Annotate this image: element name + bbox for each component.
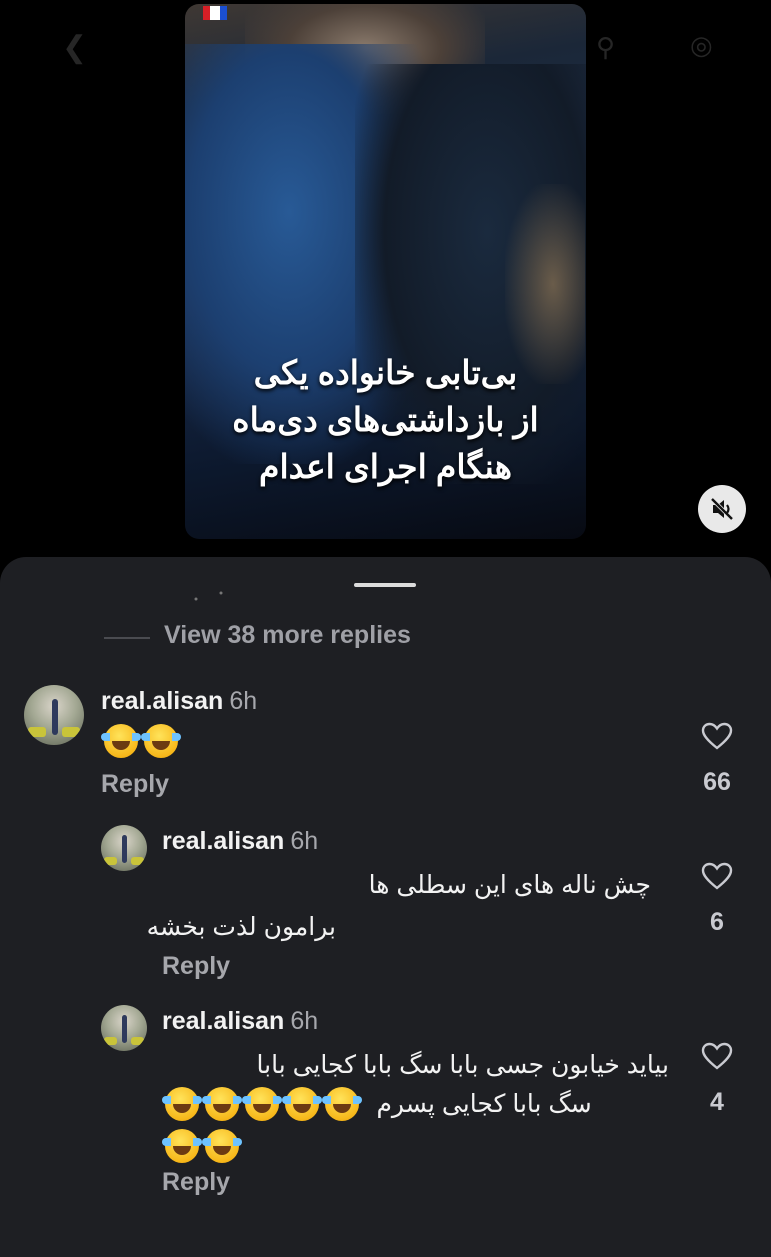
laughing-emoji-icon bbox=[322, 1087, 362, 1121]
caption-line: هنگام اجرای اعدام bbox=[259, 448, 512, 485]
comment-author[interactable]: real.alisan 6h bbox=[101, 687, 257, 716]
like-count: 6 bbox=[710, 908, 724, 936]
comment-text: بیاید خیابون جسی بابا سگ بابا کجایی بابا bbox=[257, 1046, 670, 1084]
comment-emojis bbox=[162, 1129, 242, 1163]
speaker-muted-icon bbox=[710, 497, 734, 521]
laughing-emoji-icon bbox=[202, 1129, 242, 1163]
mute-button[interactable] bbox=[698, 485, 746, 533]
laughing-emoji-icon bbox=[162, 1129, 202, 1163]
avatar[interactable] bbox=[101, 825, 147, 871]
username[interactable]: real.alisan bbox=[162, 1007, 284, 1035]
comment-line: بیاید خیابون جسی بابا سگ بابا کجایی بابا bbox=[256, 1051, 670, 1079]
laughing-emoji-icon bbox=[162, 1087, 202, 1121]
heart-icon[interactable] bbox=[701, 1042, 733, 1070]
caption-line: از بازداشتی‌های دی‌ماه bbox=[232, 401, 539, 438]
heart-icon[interactable] bbox=[701, 862, 733, 890]
comments-sheet: View 38 more replies real.alisan 6h Reply… bbox=[0, 557, 771, 1257]
username[interactable]: real.alisan bbox=[162, 827, 284, 855]
back-icon: ❮ bbox=[62, 31, 88, 64]
drag-handle[interactable] bbox=[354, 583, 416, 587]
share-icon: ⚲ bbox=[596, 32, 616, 62]
comment-time: 6h bbox=[229, 687, 258, 715]
like-count: 4 bbox=[710, 1088, 724, 1116]
video-player[interactable]: بی‌تابی خانواده یکی از بازداشتی‌های دی‌م… bbox=[185, 4, 586, 539]
laughing-emoji-icon bbox=[202, 1087, 242, 1121]
comment-line: برامون لذت بخشه bbox=[146, 913, 336, 941]
comment-author[interactable]: real.alisan 6h bbox=[162, 827, 318, 856]
replies-divider bbox=[104, 637, 150, 639]
comment-text: برامون لذت بخشه bbox=[147, 908, 336, 946]
camera-icon: ◎ bbox=[690, 30, 713, 60]
comment-time: 6h bbox=[290, 827, 319, 855]
comment-text: چش ناله های این سطلی ها bbox=[369, 866, 651, 904]
comment-author[interactable]: real.alisan 6h bbox=[162, 1007, 318, 1036]
laughing-emoji-icon bbox=[282, 1087, 322, 1121]
comment-emojis bbox=[101, 724, 181, 758]
video-area: ❮ ⚲ ◎ بی‌تابی خانواده یکی از بازداشتی‌ها… bbox=[0, 0, 771, 560]
view-more-replies-button[interactable]: View 38 more replies bbox=[164, 621, 411, 650]
avatar[interactable] bbox=[101, 1005, 147, 1051]
comment-line-with-emojis: سگ بابا کجایی پسرم bbox=[162, 1087, 592, 1121]
comment-line: چش ناله های این سطلی ها bbox=[368, 871, 651, 899]
comment-line: سگ بابا کجایی پسرم bbox=[376, 1090, 592, 1118]
comment-time: 6h bbox=[290, 1007, 319, 1035]
laughing-emoji-icon bbox=[141, 724, 181, 758]
heart-icon[interactable] bbox=[701, 722, 733, 750]
flag-icon bbox=[203, 6, 227, 20]
reply-button[interactable]: Reply bbox=[101, 770, 169, 799]
laughing-emoji-icon bbox=[242, 1087, 282, 1121]
like-count: 66 bbox=[703, 768, 731, 796]
video-caption: بی‌تابی خانواده یکی از بازداشتی‌های دی‌م… bbox=[185, 349, 586, 490]
caption-line: بی‌تابی خانواده یکی bbox=[253, 354, 518, 391]
laughing-emoji-icon bbox=[101, 724, 141, 758]
reply-button[interactable]: Reply bbox=[162, 952, 230, 981]
avatar[interactable] bbox=[24, 685, 84, 745]
loading-dots-icon bbox=[194, 591, 223, 601]
reply-button[interactable]: Reply bbox=[162, 1168, 230, 1197]
username[interactable]: real.alisan bbox=[101, 687, 223, 715]
